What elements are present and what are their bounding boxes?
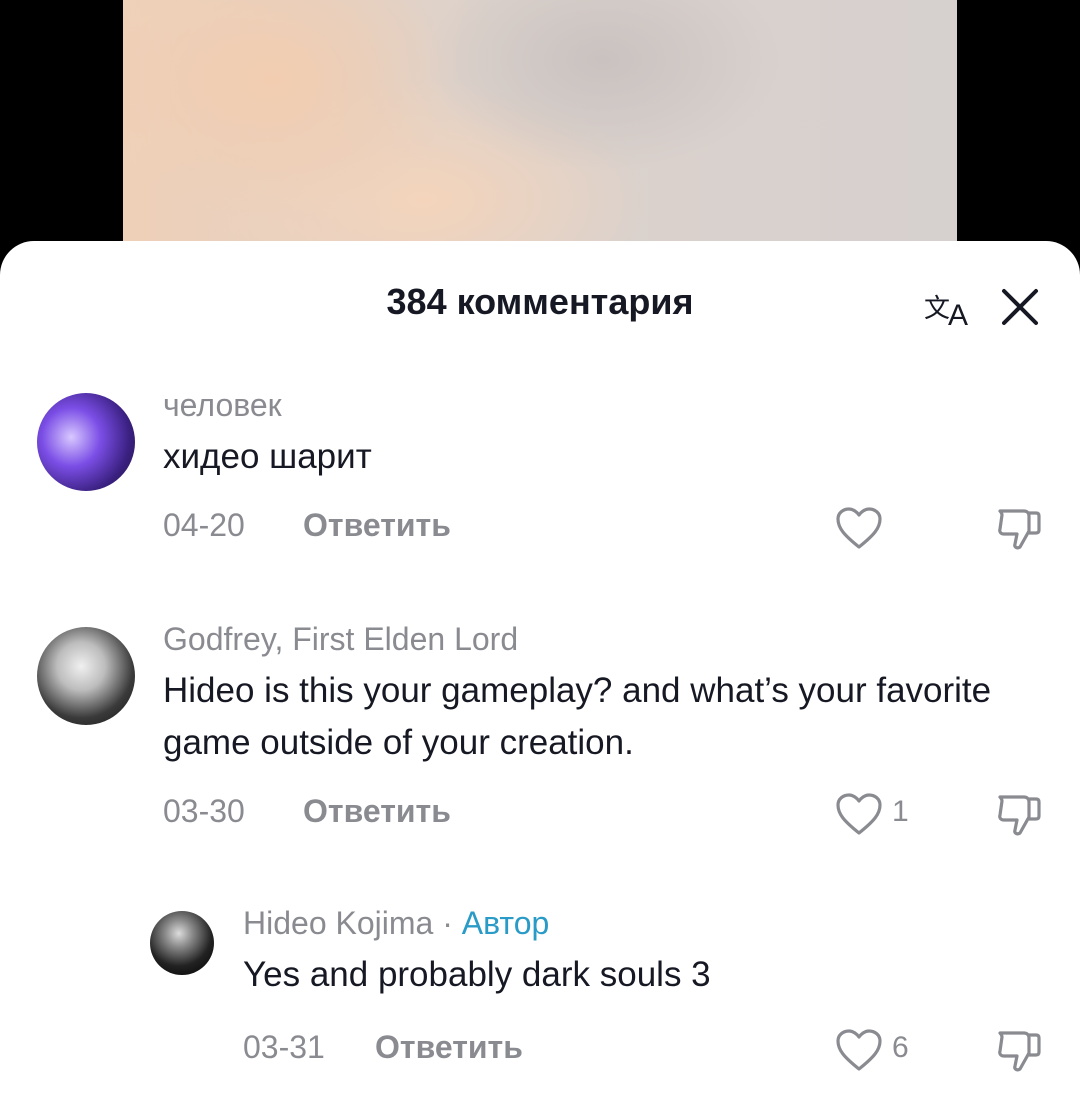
avatar[interactable] — [150, 911, 214, 975]
name-separator: · — [433, 905, 462, 941]
comment-username[interactable]: человек — [163, 387, 282, 424]
comment-username[interactable]: Godfrey, First Elden Lord — [163, 621, 518, 658]
thumbs-down-icon[interactable] — [994, 789, 1044, 839]
comments-sheet: 384 комментария 文 A человек хидео шарит … — [0, 241, 1080, 1112]
comment-item: Godfrey, First Elden Lord Hideo is this … — [0, 621, 1080, 841]
like-count: 6 — [892, 1031, 909, 1064]
comment-text: хидео шарит — [163, 437, 372, 476]
avatar[interactable] — [37, 393, 135, 491]
comments-count-title: 384 комментария — [386, 281, 694, 322]
video-thumbnail[interactable] — [123, 0, 957, 250]
reply-date: 03-31 — [243, 1029, 325, 1065]
author-badge: Автор — [461, 905, 550, 941]
comment-date: 03-30 — [163, 793, 245, 829]
comment-date: 04-20 — [163, 507, 245, 543]
like-count: 1 — [892, 795, 909, 828]
svg-text:文: 文 — [924, 294, 950, 324]
heart-icon[interactable] — [834, 791, 884, 837]
heart-icon[interactable] — [834, 1027, 884, 1073]
comment-text: Hideo is this your gameplay? and what’s … — [163, 671, 992, 762]
thumbs-down-icon[interactable] — [994, 503, 1044, 553]
comment-item: человек хидео шарит 04-20 Ответить — [0, 387, 1080, 557]
reply-username[interactable]: Hideo Kojima · Автор — [243, 905, 549, 942]
heart-icon[interactable] — [834, 505, 884, 551]
svg-text:A: A — [948, 299, 968, 329]
translate-icon[interactable]: 文 A — [924, 285, 976, 329]
author-name[interactable]: Hideo Kojima — [243, 905, 433, 941]
thumbs-down-icon[interactable] — [994, 1025, 1044, 1075]
reply-text: Yes and probably dark souls 3 — [243, 955, 711, 994]
reply-button[interactable]: Ответить — [303, 793, 451, 830]
reply-button[interactable]: Ответить — [303, 507, 451, 544]
avatar[interactable] — [37, 627, 135, 725]
close-icon[interactable] — [1000, 287, 1040, 327]
reply-button[interactable]: Ответить — [375, 1029, 523, 1066]
reply-item: Hideo Kojima · Автор Yes and probably da… — [0, 905, 1080, 1105]
